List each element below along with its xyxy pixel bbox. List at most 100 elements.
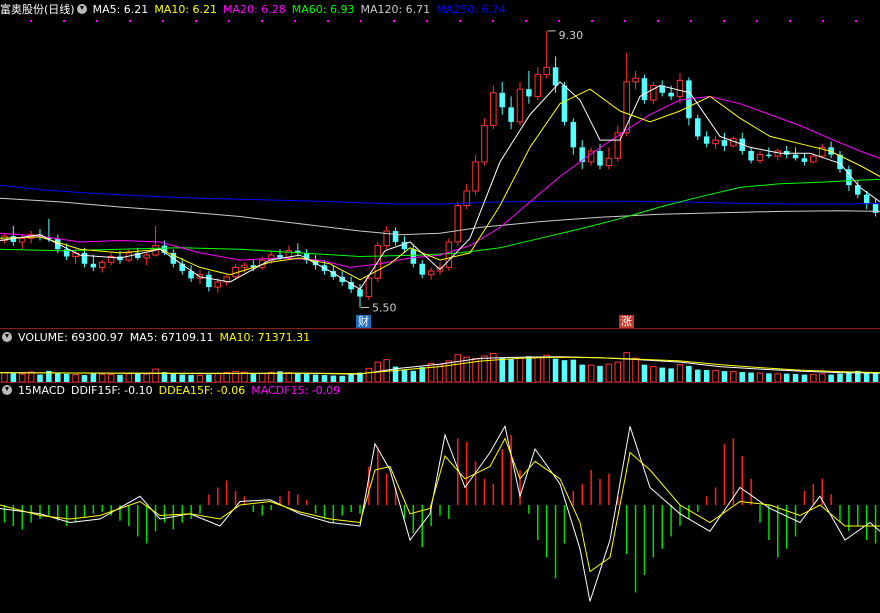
candle-body [756,154,764,161]
marker-dot [294,20,296,22]
indicator-label: MA10: 6.21 [154,3,218,16]
candle-body [516,88,524,123]
candle-body [570,121,577,148]
panel-divider-main-volume[interactable] [0,328,880,329]
volume-bar [561,360,568,382]
volume-bar [152,368,159,383]
volume-bar [481,355,488,383]
marker-dot [723,20,725,22]
indicator-label: MA5: 67109.11 [129,331,214,344]
volume-bar [250,373,257,382]
marker-dot [855,20,857,22]
marker-dot [756,20,758,22]
indicator-label: MA5: 6.21 [92,3,149,16]
candle-body [357,289,363,297]
candle-body [18,237,26,243]
candle-body [748,150,754,161]
candle-body [801,158,808,162]
indicator-label: MA20: 6.28 [223,3,286,16]
volume-bar [135,373,141,382]
macd-menu-icon[interactable] [2,385,12,395]
candle-body [81,252,88,264]
volume-menu-icon[interactable] [2,332,12,342]
candle-body [561,85,568,122]
marker-dot [591,20,593,22]
chart-canvas[interactable]: 9.30 5.50 [0,0,880,613]
marker-dot [624,20,626,22]
marker-dot [129,20,131,22]
volume-bar [419,367,425,382]
volume-bar [37,374,43,382]
volume-bar [846,372,852,382]
volume-bar [258,373,266,383]
volume-bar [828,374,834,382]
volume-bar [348,374,354,382]
indicator-label: MACDF15: -0.09 [251,384,341,397]
main-indicator-list: MA5: 6.21 MA10: 6.21 MA20: 6.28 MA60: 6.93 M… [93,3,512,16]
candle-body [668,92,674,97]
candle-body [90,263,97,268]
marker-dot [525,20,527,22]
limit-up-badge[interactable]: 涨 [619,315,634,328]
volume-bar [597,365,603,382]
ma-line-ma60 [0,178,880,258]
volume-bar [774,373,782,383]
candle-body [214,281,222,288]
volume-panel-header: VOLUME: 69300.97 MA5: 67109.11 MA10: 71371… [0,330,322,346]
indicator-label: MA250: 6.74 [436,3,506,16]
volume-bar [818,373,826,383]
marker-dot [327,20,329,22]
marker-dot [195,20,197,22]
marker-dot [822,20,824,22]
volume-bar [526,356,532,382]
volume-bar [107,374,115,383]
candle-body [712,139,719,145]
candle-body [552,67,559,86]
financial-report-badge[interactable]: 财 [356,315,371,328]
volume-bar [766,373,772,382]
candle-body [481,125,488,163]
candle-body [454,205,462,243]
volume-bar [730,371,737,383]
candle-body [365,277,373,298]
volume-bar [499,357,505,382]
marker-dot [30,20,32,22]
low-price-label: 5.50 [372,301,397,314]
candle-body [792,154,799,159]
volume-bar [543,354,550,383]
volume-bar [605,363,613,383]
volume-bar [285,372,293,383]
candle-body [490,92,497,127]
volume-bar [214,372,222,383]
volume-bar [837,373,843,382]
volume-bar [90,373,97,382]
volume-bar [712,370,719,383]
volume-bar [170,373,177,382]
volume-bar [295,373,301,382]
indicator-label: MA60: 6.93 [291,3,355,16]
candle-body [543,66,550,76]
volume-bar [508,359,514,382]
volume-bar [721,371,728,382]
candle-body [392,231,399,242]
candle-body [695,118,701,137]
indicator-label: DDEA15F: -0.06 [158,384,246,397]
candle-body [534,74,542,97]
volume-bar [312,374,319,382]
volume-bar [206,374,212,382]
candle-body [703,136,710,144]
volume-bar [81,375,88,382]
volume-bar [27,371,35,383]
volume-bar [668,368,674,382]
candle-body [526,89,532,97]
marker-dot [162,20,164,22]
panel-menu-icon[interactable] [76,4,87,14]
volume-bar [10,373,17,382]
volume-bar [516,357,524,383]
volume-bar [18,373,26,383]
marker-dot [393,20,395,22]
candle-body [427,270,435,276]
volume-bar [534,356,542,383]
volume-bar [739,372,745,382]
candle-body [810,155,817,163]
